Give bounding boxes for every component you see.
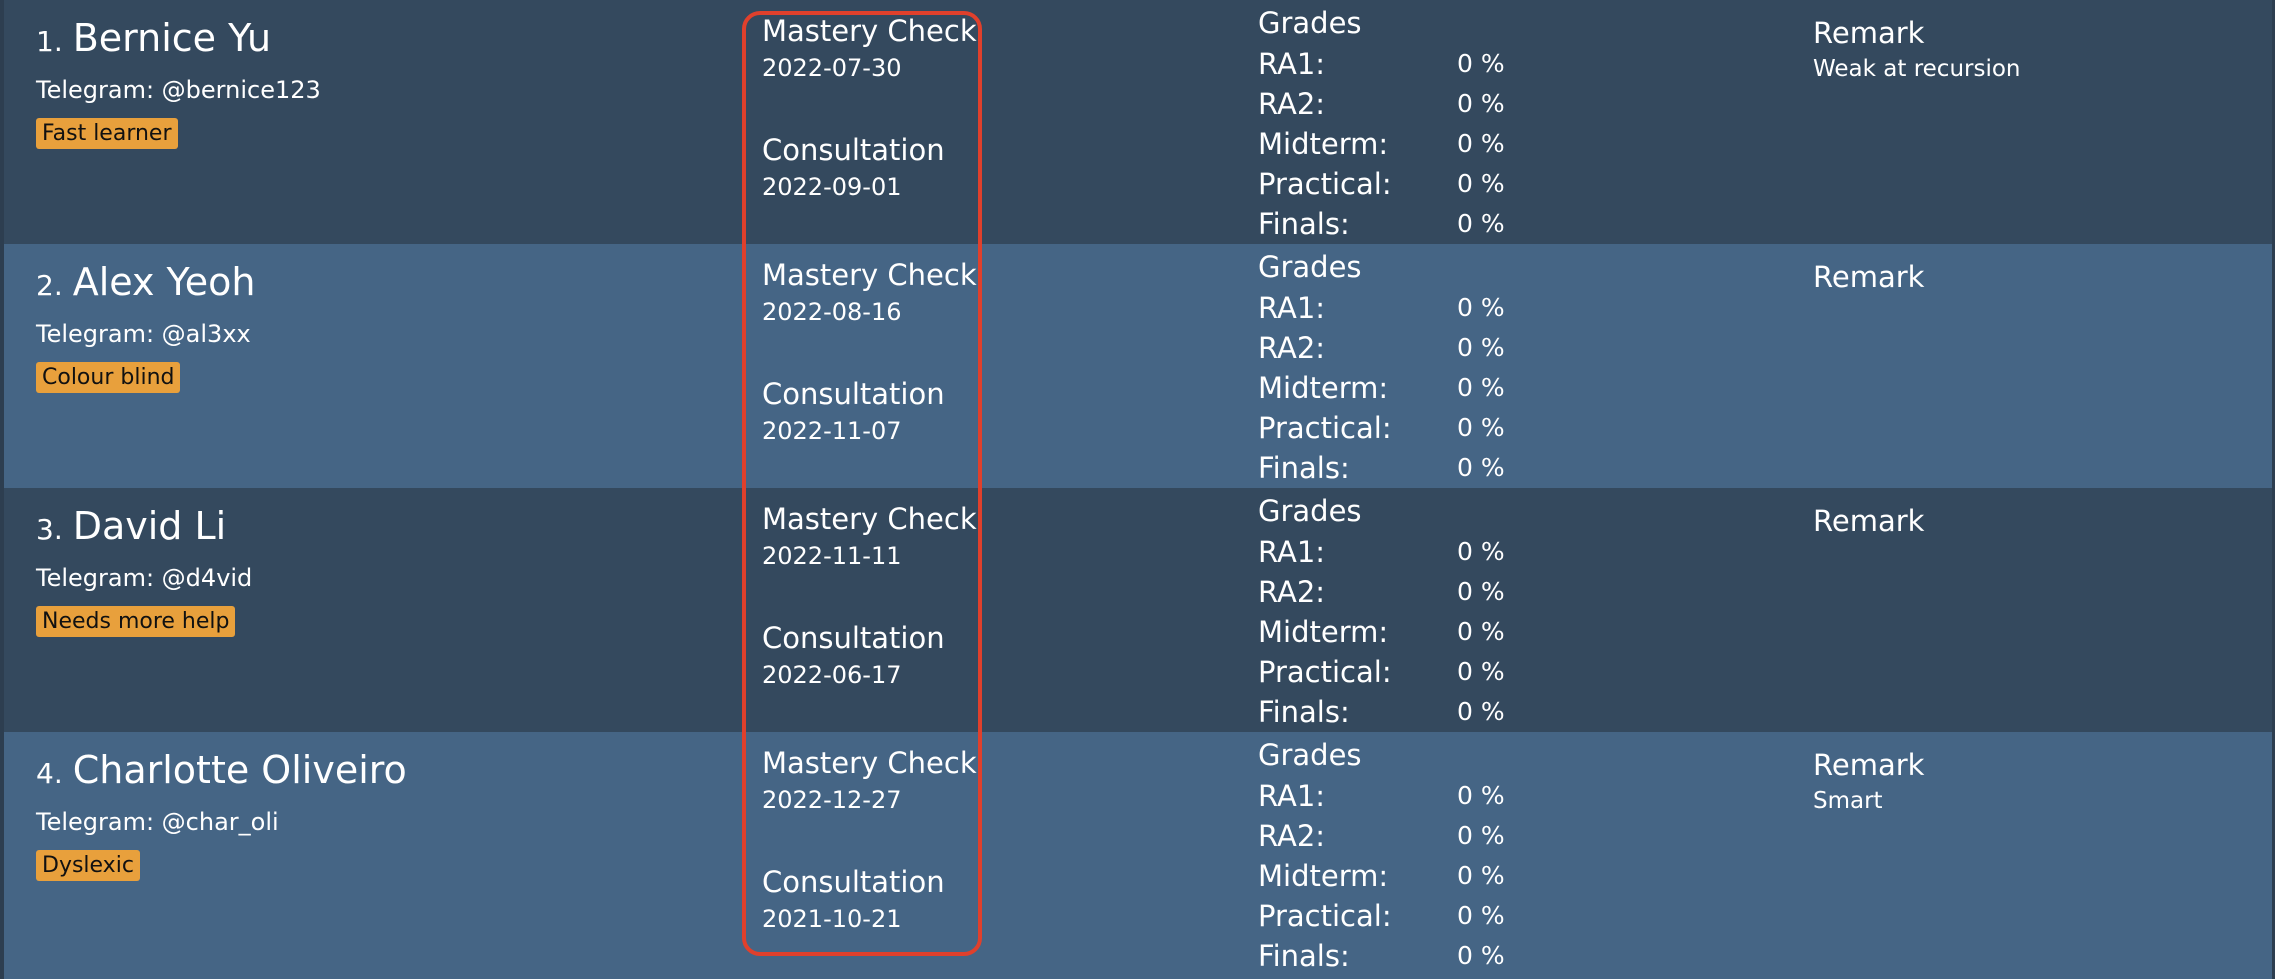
grade-value-ra2: 0 % [1457,89,1505,118]
mastery-check-date: 2022-12-27 [762,786,902,814]
grade-label-practical: Practical: [1258,167,1392,201]
person-name: Alex Yeoh [72,260,256,304]
grade-label-finals: Finals: [1258,207,1350,241]
person-card[interactable]: 2. Alex Yeoh Telegram: @al3xx Colour blin… [4,244,2272,488]
grade-label-ra1: RA1: [1258,535,1326,569]
remark-title: Remark [1813,748,1925,782]
grade-label-ra1: RA1: [1258,47,1326,81]
consultation-label: Consultation [762,377,945,411]
grade-value-finals: 0 % [1457,209,1505,238]
grade-value-finals: 0 % [1457,941,1505,970]
remark-text: Weak at recursion [1813,56,2021,82]
person-card[interactable]: 4. Charlotte Oliveiro Telegram: @char_oli… [4,732,2272,979]
grade-label-ra1: RA1: [1258,291,1326,325]
person-card[interactable]: 3. David Li Telegram: @d4vid Needs more h… [4,488,2272,732]
grade-value-practical: 0 % [1457,169,1505,198]
person-name: David Li [72,504,227,548]
grade-value-practical: 0 % [1457,657,1505,686]
mastery-check-label: Mastery Check [762,258,977,292]
person-card[interactable]: 1. Bernice Yu Telegram: @bernice123 Fast … [4,0,2272,244]
grades-title: Grades [1258,250,1362,284]
person-telegram: Telegram: @char_oli [36,808,279,836]
grade-label-midterm: Midterm: [1258,127,1389,161]
grade-value-ra2: 0 % [1457,821,1505,850]
grade-label-practical: Practical: [1258,411,1392,445]
mastery-check-label: Mastery Check [762,746,977,780]
grade-label-midterm: Midterm: [1258,859,1389,893]
mastery-check-date: 2022-11-11 [762,542,902,570]
consultation-label: Consultation [762,865,945,899]
consultation-label: Consultation [762,133,945,167]
grades-title: Grades [1258,6,1362,40]
grade-value-midterm: 0 % [1457,861,1505,890]
person-tag: Colour blind [36,362,181,393]
grade-label-finals: Finals: [1258,695,1350,729]
grade-value-midterm: 0 % [1457,373,1505,402]
mastery-check-label: Mastery Check [762,502,977,536]
person-telegram: Telegram: @al3xx [36,320,251,348]
grade-label-ra2: RA2: [1258,819,1326,853]
consultation-date: 2022-06-17 [762,661,902,689]
person-name-line: 3. David Li [36,504,226,548]
person-index: 2. [36,269,63,302]
grades-title: Grades [1258,738,1362,772]
grade-value-midterm: 0 % [1457,129,1505,158]
grade-value-ra1: 0 % [1457,49,1505,78]
grade-label-finals: Finals: [1258,451,1350,485]
grade-value-practical: 0 % [1457,413,1505,442]
grade-label-finals: Finals: [1258,939,1350,973]
grade-label-midterm: Midterm: [1258,371,1389,405]
grade-label-ra2: RA2: [1258,87,1326,121]
person-tag: Needs more help [36,606,236,637]
person-telegram: Telegram: @d4vid [36,564,253,592]
person-name: Charlotte Oliveiro [72,748,407,792]
person-index: 1. [36,25,63,58]
mastery-check-date: 2022-07-30 [762,54,902,82]
remark-text: Smart [1813,788,1883,814]
remark-title: Remark [1813,504,1925,538]
grade-value-ra2: 0 % [1457,577,1505,606]
consultation-label: Consultation [762,621,945,655]
remark-title: Remark [1813,16,1925,50]
person-telegram: Telegram: @bernice123 [36,76,321,104]
grades-title: Grades [1258,494,1362,528]
grade-value-finals: 0 % [1457,453,1505,482]
person-name-line: 4. Charlotte Oliveiro [36,748,407,792]
person-index: 4. [36,757,63,790]
person-name: Bernice Yu [72,16,272,60]
grade-value-ra1: 0 % [1457,537,1505,566]
grade-value-ra2: 0 % [1457,333,1505,362]
remark-title: Remark [1813,260,1925,294]
mastery-check-label: Mastery Check [762,14,977,48]
consultation-date: 2022-11-07 [762,417,902,445]
grade-label-practical: Practical: [1258,899,1392,933]
person-list: 1. Bernice Yu Telegram: @bernice123 Fast … [4,0,2272,979]
grade-value-ra1: 0 % [1457,293,1505,322]
consultation-date: 2021-10-21 [762,905,902,933]
person-name-line: 2. Alex Yeoh [36,260,255,304]
grade-label-ra1: RA1: [1258,779,1326,813]
grade-label-ra2: RA2: [1258,575,1326,609]
mastery-check-date: 2022-08-16 [762,298,902,326]
grade-value-midterm: 0 % [1457,617,1505,646]
grade-value-finals: 0 % [1457,697,1505,726]
grade-value-practical: 0 % [1457,901,1505,930]
person-tag: Dyslexic [36,850,140,881]
person-tag: Fast learner [36,118,178,149]
consultation-date: 2022-09-01 [762,173,902,201]
person-index: 3. [36,513,63,546]
person-name-line: 1. Bernice Yu [36,16,271,60]
grade-label-ra2: RA2: [1258,331,1326,365]
grade-label-practical: Practical: [1258,655,1392,689]
grade-label-midterm: Midterm: [1258,615,1389,649]
grade-value-ra1: 0 % [1457,781,1505,810]
